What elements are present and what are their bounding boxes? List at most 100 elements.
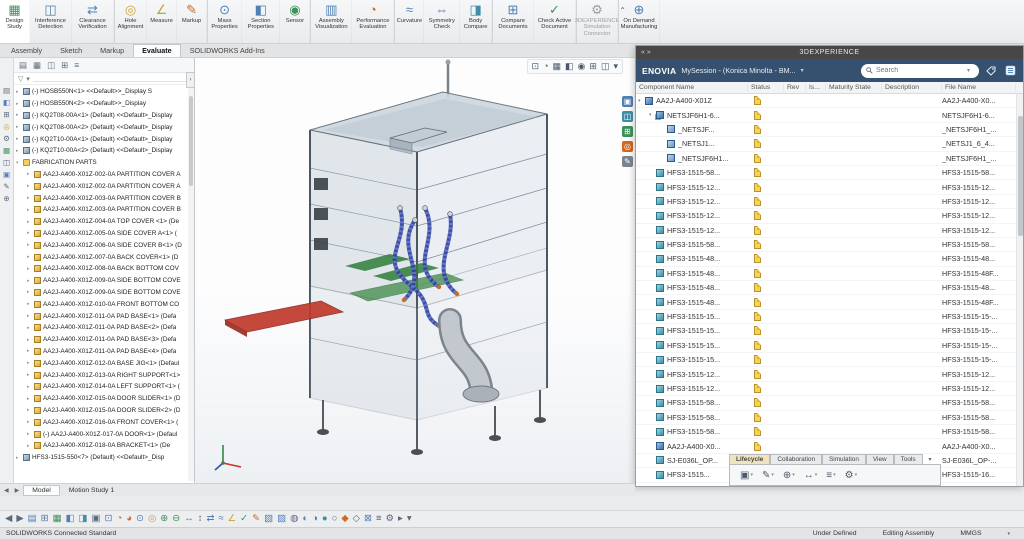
table-row[interactable]: ▾ AA2J-A400-X01Z AA2J-A400-X0... xyxy=(636,94,1023,108)
tree-item[interactable]: ▸ AA2J-A400-X01Z-003-0A PARTITION COVER … xyxy=(14,192,194,204)
table-scrollbar[interactable] xyxy=(1016,94,1023,486)
tree-item[interactable]: ▸ AA2J-A400-X01Z-012-0A BASE JIG<1> (Def… xyxy=(14,357,194,369)
expand-caret-icon[interactable]: ▸ xyxy=(27,266,33,272)
col-file-name[interactable]: File Name xyxy=(942,84,1016,91)
table-row[interactable]: HFS3-1515-58... HFS3-1515-58... xyxy=(636,411,1023,425)
ribbon-button[interactable]: ⊞ Compare Documents xyxy=(492,0,534,43)
shortcut-tool-icon[interactable]: ▧ xyxy=(264,512,273,526)
ribbon-button[interactable]: ◧ Section Properties xyxy=(242,0,280,43)
feature-manager-tool-icon[interactable]: ▦ xyxy=(33,60,41,71)
ribbon-button[interactable]: ◫ Interference Detection xyxy=(30,0,72,43)
ribbon-button[interactable]: ◔ Performance Evaluation xyxy=(352,0,394,43)
table-row[interactable]: _NETSJF6H1... _NETSJF6H1_... xyxy=(636,152,1023,166)
shortcut-tool-icon[interactable]: ◀ xyxy=(5,512,12,526)
overlay-tab[interactable]: Collaboration xyxy=(770,454,822,464)
table-row[interactable]: HFS3-1515-12... HFS3-1515-12... xyxy=(636,382,1023,396)
next-tab-icon[interactable]: ▶ xyxy=(13,487,22,494)
view-tool-icon[interactable]: ◔ xyxy=(543,61,548,72)
tree-item[interactable]: ▸ AA2J-A400-X01Z-016-0A FRONT COVER<1> ( xyxy=(14,416,194,428)
table-row[interactable]: HFS3-1515-12... HFS3-1515-12... xyxy=(636,209,1023,223)
filter-funnel-icon[interactable]: ▽ xyxy=(18,75,23,83)
expand-caret-icon[interactable]: ▸ xyxy=(27,183,33,189)
tree-item[interactable]: ▸ AA2J-A400-X01Z-011-0A PAD BASE<4> (Def… xyxy=(14,346,194,358)
shortcut-tool-icon[interactable]: ▾ xyxy=(407,512,412,526)
tree-item[interactable]: ▸ AA2J-A400-X01Z-011-0A PAD BASE<3> (Def… xyxy=(14,334,194,346)
shortcut-tool-icon[interactable]: ✓ xyxy=(240,512,248,526)
tree-item[interactable]: ▸ (-) AA2J-A400-X01Z-017-0A DOOR<1> (Def… xyxy=(14,428,194,440)
overlay-tab[interactable]: Simulation xyxy=(822,454,866,464)
ribbon-button[interactable]: ≈ Curvature xyxy=(394,0,424,43)
tree-item[interactable]: ▸ AA2J-A400-X01Z-008-0A BACK BOTTOM COV xyxy=(14,263,194,275)
expand-caret-icon[interactable]: ▸ xyxy=(27,407,33,413)
table-row[interactable]: HFS3-1515-12... HFS3-1515-12... xyxy=(636,224,1023,238)
task-pane-icon[interactable]: ⚙ xyxy=(3,134,10,143)
tree-item[interactable]: ▸ (-) KQ2T10-00A<2> (Default) <<Default>… xyxy=(14,145,194,157)
col-component-name[interactable]: Component Name xyxy=(636,84,748,91)
expand-caret-icon[interactable]: ▸ xyxy=(27,230,33,236)
table-row[interactable]: HFS3-1515-58... HFS3-1515-58... xyxy=(636,166,1023,180)
tree-item[interactable]: ▸ (-) KQ2T10-00A<1> (Default) <<Default>… xyxy=(14,133,194,145)
row-expand-caret[interactable]: ▾ xyxy=(649,112,656,118)
task-pane-icon[interactable]: ✎ xyxy=(3,182,9,191)
expand-caret-icon[interactable]: ▸ xyxy=(27,171,33,177)
ribbon-button[interactable]: ⇔ Symmetry Check xyxy=(424,0,460,43)
expand-caret-icon[interactable]: ▸ xyxy=(27,289,33,295)
task-pane-icon[interactable]: ▣ xyxy=(3,170,10,179)
expand-caret-icon[interactable]: ▸ xyxy=(27,396,33,402)
shortcut-tool-icon[interactable]: ◍ xyxy=(290,512,298,526)
tree-item[interactable]: ▸ AA2J-A400-X01Z-009-0A SIDE BOTTOM COVE xyxy=(14,287,194,299)
shortcut-tool-icon[interactable]: ⊖ xyxy=(172,512,180,526)
expand-caret-icon[interactable]: ▸ xyxy=(16,89,22,95)
viewport-app-icon[interactable]: ◎ xyxy=(622,141,633,152)
ribbon-button[interactable]: ▥ Assembly Visualization xyxy=(310,0,352,43)
tree-item[interactable]: ▸ AA2J-A400-X01Z-006-0A SIDE COVER B<1> … xyxy=(14,239,194,251)
tree-item[interactable]: ▸ AA2J-A400-X01Z-015-0A DOOR SLIDER<2> (… xyxy=(14,405,194,417)
expand-caret-icon[interactable]: ▸ xyxy=(27,242,33,248)
ribbon-button[interactable]: ⇄ Clearance Verification xyxy=(72,0,114,43)
expand-caret-icon[interactable]: ▸ xyxy=(27,419,33,425)
units-caret-icon[interactable]: ▾ xyxy=(1007,531,1010,537)
col-maturity-state[interactable]: Maturity State xyxy=(826,84,882,91)
lifecycle-tool-button[interactable]: ≡ ▾ xyxy=(826,470,835,481)
table-row[interactable]: HFS3-1515-48... HFS3-1515-48F... xyxy=(636,295,1023,309)
tree-item[interactable]: ▸ AA2J-A400-X01Z-013-0A RIGHT SUPPORT<1> xyxy=(14,369,194,381)
expand-caret-icon[interactable]: ▸ xyxy=(27,313,33,319)
command-tab[interactable]: Assembly xyxy=(2,44,51,57)
feature-manager-tool-icon[interactable]: ⊞ xyxy=(61,60,68,71)
tree-item[interactable]: ▸ AA2J-A400-X01Z-011-0A PAD BASE<1> (Def… xyxy=(14,310,194,322)
tree-item[interactable]: ▸ AA2J-A400-X01Z-009-0A SIDE BOTTOM COVE xyxy=(14,275,194,287)
ribbon-button[interactable]: ✎ Markup xyxy=(177,0,207,43)
ribbon-button[interactable]: ◨ Body Compare xyxy=(460,0,492,43)
shortcut-tool-icon[interactable]: ▦ xyxy=(53,512,62,526)
ribbon-button[interactable]: ⚙ 3DEXPERIENCE Simulation Connector xyxy=(576,0,618,43)
viewport-app-icon[interactable]: ✎ xyxy=(622,156,633,167)
view-tool-icon[interactable]: ⊡ xyxy=(532,61,540,72)
table-row[interactable]: HFS3-1515-15... HFS3-1515-15-... xyxy=(636,339,1023,353)
lifecycle-tool-button[interactable]: ▣ ▾ xyxy=(740,470,753,481)
expand-caret-icon[interactable]: ▸ xyxy=(27,325,33,331)
table-row[interactable]: _NETSJ1... _NETSJ1_6_4... xyxy=(636,137,1023,151)
shortcut-tool-icon[interactable]: ● xyxy=(322,512,328,526)
tree-item[interactable]: ▸ AA2J-A400-X01Z-010-0A FRONT BOTTOM CO xyxy=(14,298,194,310)
expand-caret-icon[interactable]: ▸ xyxy=(27,195,33,201)
session-caret-icon[interactable]: ▾ xyxy=(801,67,804,74)
document-tab[interactable]: Motion Study 1 xyxy=(60,485,123,496)
shortcut-tool-icon[interactable]: ⊕ xyxy=(160,512,168,526)
status-item[interactable]: Editing Assembly xyxy=(883,530,935,537)
expand-caret-icon[interactable]: ▸ xyxy=(27,348,33,354)
shortcut-tool-icon[interactable]: ▸ xyxy=(398,512,403,526)
table-row[interactable]: HFS3-1515-48... HFS3-1515-48... xyxy=(636,281,1023,295)
shortcut-tool-icon[interactable]: ↔ xyxy=(184,512,194,526)
col-status[interactable]: Status xyxy=(748,84,784,91)
tree-item[interactable]: ▸ AA2J-A400-X01Z-007-0A BACK COVER<1> (D xyxy=(14,251,194,263)
shortcut-tool-icon[interactable]: ⇄ xyxy=(206,512,214,526)
tree-item[interactable]: ▸ AA2J-A400-X01Z-004-0A TOP COVER <1> (D… xyxy=(14,216,194,228)
viewport-app-icon[interactable]: ▣ xyxy=(622,96,633,107)
shortcut-tool-icon[interactable]: ◐ xyxy=(302,512,308,526)
view-tool-icon[interactable]: ◉ xyxy=(578,61,586,72)
ribbon-button[interactable]: ▦ Design Study xyxy=(0,0,30,43)
status-item[interactable]: Under Defined xyxy=(813,530,857,537)
shortcut-tool-icon[interactable]: ⊡ xyxy=(105,512,113,526)
shortcut-tool-icon[interactable]: ⚙ xyxy=(386,512,395,526)
expand-caret-icon[interactable]: ▸ xyxy=(27,254,33,260)
